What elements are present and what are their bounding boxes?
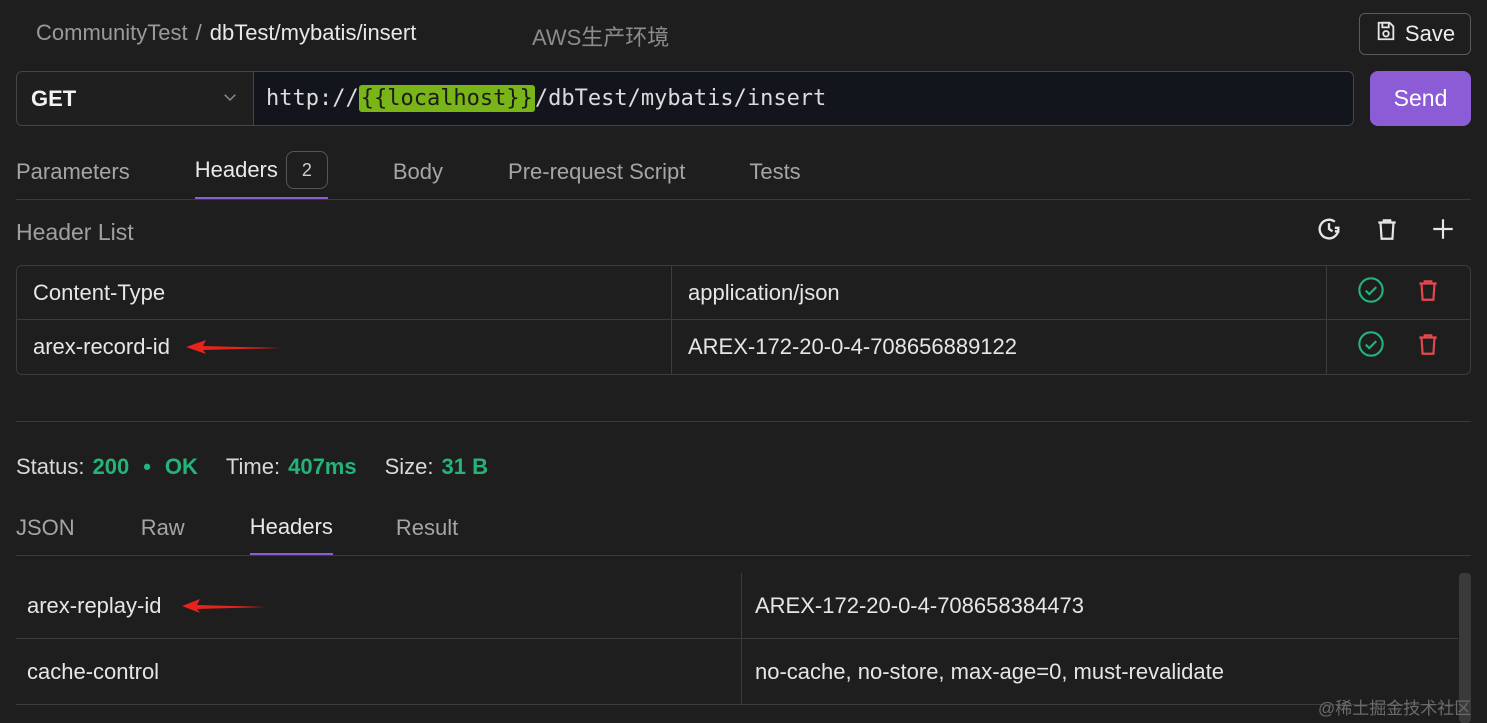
row-actions <box>1327 320 1470 374</box>
url-input[interactable]: http://{{localhost}}/dbTest/mybatis/inse… <box>254 71 1354 126</box>
url-variable[interactable]: {{localhost}} <box>358 85 535 112</box>
tab-body[interactable]: Body <box>393 143 443 200</box>
history-icon[interactable] <box>1312 212 1346 246</box>
size-label: Size: <box>384 454 434 479</box>
watermark: @稀土掘金技术社区 <box>1318 699 1472 718</box>
tab-parameters[interactable]: Parameters <box>16 143 130 200</box>
trash-icon[interactable] <box>1370 212 1404 246</box>
response-headers-table: arex-replay-id AREX-172-20-0-4-708658384… <box>16 573 1458 705</box>
table-row: arex-record-id AREX-172-20-0-4-708656889… <box>17 320 1470 374</box>
delete-icon[interactable] <box>1415 277 1441 309</box>
status-code: 200 <box>92 454 130 479</box>
url-suffix: /dbTest/mybatis/insert <box>534 86 827 111</box>
method-select[interactable]: GET <box>16 71 254 126</box>
time-value: 407ms <box>288 454 357 479</box>
response-status: Status: 200 • OK Time: 407ms Size: 31 B <box>16 454 488 480</box>
url-prefix: http:// <box>266 86 359 111</box>
response-header-key-text: arex-replay-id <box>27 592 162 618</box>
tab-pre-request-script[interactable]: Pre-request Script <box>508 143 685 200</box>
arrow-annotation-icon <box>185 340 282 354</box>
header-key[interactable]: arex-record-id <box>17 320 672 374</box>
header-value[interactable]: AREX-172-20-0-4-708656889122 <box>672 320 1327 374</box>
breadcrumb-separator: / <box>195 20 202 45</box>
delete-icon[interactable] <box>1415 331 1441 363</box>
tab-response-headers[interactable]: Headers <box>249 500 333 556</box>
breadcrumb-request[interactable]: dbTest/mybatis/insert <box>210 20 417 46</box>
header-key-text: arex-record-id <box>33 334 170 359</box>
save-icon <box>1375 20 1397 48</box>
header-key[interactable]: Content-Type <box>17 266 672 319</box>
status-dot: • <box>143 454 151 479</box>
table-row: Content-Type application/json <box>17 266 1470 320</box>
response-header-key: cache-control <box>16 639 742 704</box>
check-circle-icon[interactable] <box>1357 276 1385 310</box>
method-value: GET <box>31 85 77 111</box>
breadcrumb-workspace[interactable]: CommunityTest <box>36 20 188 46</box>
response-header-key: arex-replay-id <box>16 573 742 638</box>
status-text: OK <box>164 454 198 479</box>
status-label: Status: <box>16 454 85 479</box>
response-tabs: JSON Raw Headers Result <box>16 500 458 556</box>
panel-divider[interactable] <box>16 421 1471 422</box>
chevron-down-icon <box>221 86 239 112</box>
table-row: cache-control no-cache, no-store, max-ag… <box>16 639 1458 705</box>
plus-icon[interactable] <box>1426 212 1460 246</box>
request-tabs: Parameters Headers 2 Body Pre-request Sc… <box>16 143 801 201</box>
tabs-divider <box>16 199 1471 200</box>
tab-headers-label: Headers <box>194 157 278 182</box>
tab-raw[interactable]: Raw <box>141 500 185 556</box>
header-list-title: Header List <box>16 219 134 245</box>
send-button[interactable]: Send <box>1370 71 1471 126</box>
table-row: arex-replay-id AREX-172-20-0-4-708658384… <box>16 573 1458 639</box>
headers-count-badge: 2 <box>285 151 328 189</box>
save-button[interactable]: Save <box>1359 13 1471 55</box>
save-label: Save <box>1404 21 1456 46</box>
time-label: Time: <box>225 454 281 479</box>
breadcrumb: CommunityTest / dbTest/mybatis/insert <box>36 20 416 46</box>
request-headers-table: Content-Type application/json arex-recor… <box>16 265 1471 375</box>
header-value[interactable]: application/json <box>672 266 1327 319</box>
response-header-value: AREX-172-20-0-4-708658384473 <box>755 592 1085 618</box>
size-value: 31 B <box>441 454 489 479</box>
row-actions <box>1327 266 1470 319</box>
tab-headers[interactable]: Headers 2 <box>194 143 328 200</box>
check-circle-icon[interactable] <box>1357 330 1385 364</box>
tab-tests[interactable]: Tests <box>749 143 800 200</box>
tab-json[interactable]: JSON <box>16 500 75 556</box>
environment-label[interactable]: AWS生产环境 <box>532 20 669 52</box>
arrow-annotation-icon <box>181 598 266 613</box>
response-tabs-divider <box>16 555 1471 556</box>
tab-result[interactable]: Result <box>396 500 458 556</box>
